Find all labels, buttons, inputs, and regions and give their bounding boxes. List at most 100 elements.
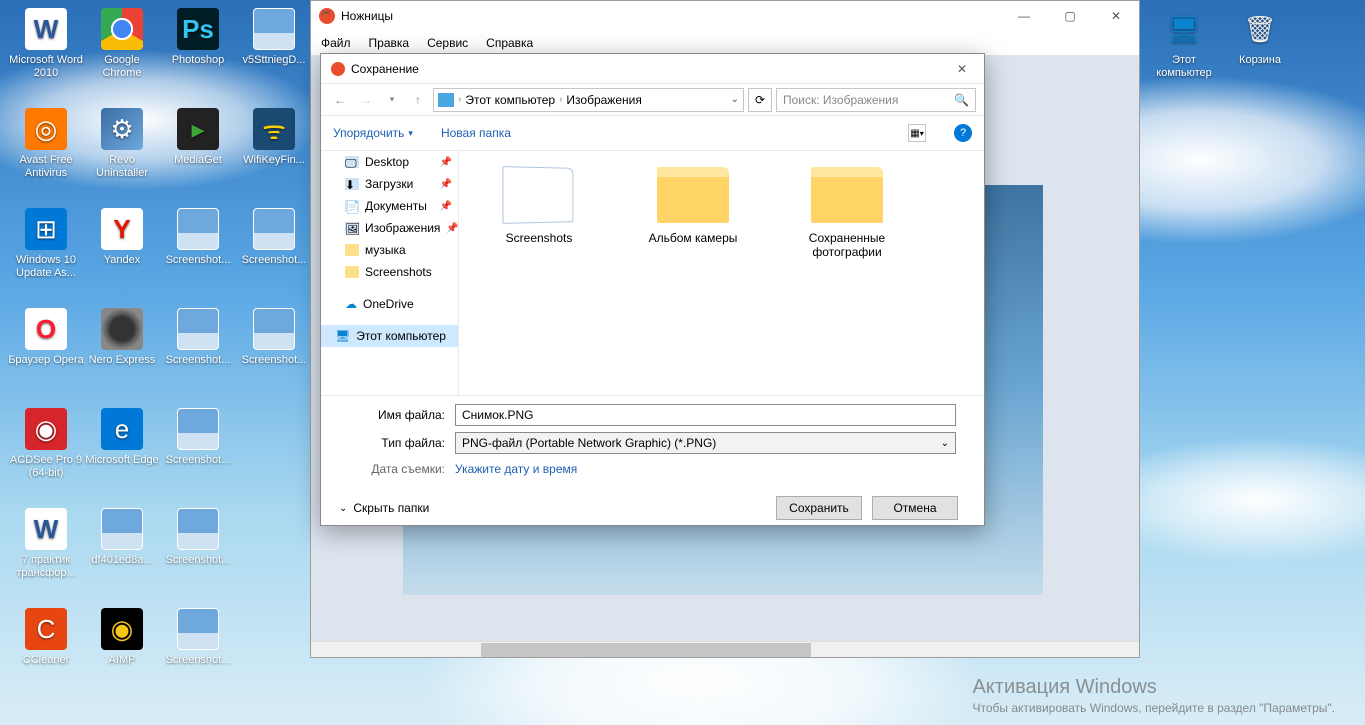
desktop-icon[interactable]: Screenshot...	[160, 208, 236, 267]
menu-tools[interactable]: Сервис	[427, 36, 468, 50]
desktop-icon[interactable]: v5SttniegD...	[236, 8, 312, 67]
desktop-icon[interactable]: eMicrosoft Edge	[84, 408, 160, 467]
breadcrumb-bar[interactable]: › Этот компьютер › Изображения ⌄	[433, 88, 744, 112]
nav-recent-button[interactable]: ▾	[381, 89, 403, 111]
snip-titlebar[interactable]: Ножницы — ▢ ✕	[311, 1, 1139, 31]
snip-h-scrollbar[interactable]	[311, 641, 1139, 657]
date-value-link[interactable]: Укажите дату и время	[455, 462, 577, 476]
pc-icon: 🖥	[335, 329, 350, 343]
nav-forward-button[interactable]: →	[355, 89, 377, 111]
tree-item[interactable]: 🖵Desktop📌	[321, 151, 458, 173]
app-icon	[177, 208, 219, 250]
desktop-icon[interactable]: CCCleaner	[8, 608, 84, 667]
desktop-icon[interactable]: Screenshot...	[160, 508, 236, 567]
icon-label: CCleaner	[8, 654, 84, 667]
folder-icon	[657, 167, 729, 223]
desktop-icon[interactable]: W7 практик трансфор...	[8, 508, 84, 579]
tree-item[interactable]: ⬇Загрузки📌	[321, 173, 458, 195]
desktop-icon[interactable]: ᯤWifiKeyFin...	[236, 108, 312, 167]
save-button[interactable]: Сохранить	[776, 496, 862, 520]
activation-watermark: Активация Windows Чтобы активировать Win…	[972, 676, 1335, 715]
help-button[interactable]: ?	[954, 124, 972, 142]
filetype-select[interactable]: PNG-файл (Portable Network Graphic) (*.P…	[455, 432, 956, 454]
app-icon	[177, 608, 219, 650]
save-toolbar: Упорядочить ▾ Новая папка ▦ ▾ ?	[321, 116, 984, 150]
icon-label: Корзина	[1222, 54, 1298, 67]
tree-label: Изображения	[365, 221, 440, 235]
tree-item[interactable]: 🖼Изображения📌	[321, 217, 458, 239]
desktop-icon[interactable]: Screenshot...	[160, 608, 236, 667]
snip-menubar: Файл Правка Сервис Справка	[311, 31, 1139, 55]
app-icon	[253, 308, 295, 350]
desktop-icon[interactable]: Screenshot...	[160, 408, 236, 467]
organize-menu[interactable]: Упорядочить ▾	[333, 126, 413, 140]
desktop-icon[interactable]: ◉AIMP	[84, 608, 160, 667]
save-dialog: Сохранение ✕ ← → ▾ ↑ › Этот компьютер › …	[320, 53, 985, 526]
nav-back-button[interactable]: ←	[329, 89, 351, 111]
crumb-this-pc[interactable]: Этот компьютер	[465, 93, 555, 107]
desktop-icon[interactable]: ▸MediaGet	[160, 108, 236, 167]
cancel-button[interactable]: Отмена	[872, 496, 958, 520]
desktop-icon[interactable]: df401ed8a...	[84, 508, 160, 567]
app-icon: W	[25, 8, 67, 50]
filename-input[interactable]	[455, 404, 956, 426]
folder-pane[interactable]: Screenshots Альбом камеры Сохраненные фото…	[459, 151, 984, 395]
app-icon	[101, 308, 143, 350]
desktop-icon[interactable]: OБраузер Opera	[8, 308, 84, 367]
minimize-button[interactable]: —	[1001, 1, 1047, 31]
icon-label: Screenshot...	[236, 354, 312, 367]
save-close-button[interactable]: ✕	[940, 54, 984, 84]
folder-item[interactable]: Альбом камеры	[633, 167, 753, 245]
nav-up-button[interactable]: ↑	[407, 89, 429, 111]
desktop-icon[interactable]: Screenshot...	[236, 208, 312, 267]
new-folder-button[interactable]: Новая папка	[441, 126, 511, 140]
desktop-icon[interactable]: Screenshot...	[236, 308, 312, 367]
save-titlebar[interactable]: Сохранение ✕	[321, 54, 984, 84]
icon-label: Nero Express	[84, 354, 160, 367]
tree-label: Загрузки	[365, 177, 413, 191]
close-button[interactable]: ✕	[1093, 1, 1139, 31]
desktop-icon[interactable]: Google Chrome	[84, 8, 160, 79]
folder-icon: 📄	[345, 200, 359, 212]
folder-tree: 🖵Desktop📌⬇Загрузки📌📄Документы📌🖼Изображен…	[321, 151, 459, 395]
chevron-down-icon[interactable]: ⌄	[731, 94, 739, 105]
tree-item-onedrive[interactable]: ☁OneDrive	[321, 293, 458, 315]
folder-icon	[345, 266, 359, 278]
folder-item[interactable]: Screenshots	[479, 167, 599, 245]
filetype-label: Тип файла:	[349, 436, 445, 450]
app-icon	[177, 408, 219, 450]
search-input[interactable]: Поиск: Изображения 🔍	[776, 88, 976, 112]
menu-help[interactable]: Справка	[486, 36, 533, 50]
icon-label: MediaGet	[160, 154, 236, 167]
app-icon	[177, 308, 219, 350]
save-form: Имя файла: Тип файла: PNG-файл (Portable…	[321, 396, 984, 488]
desktop-icon[interactable]: YYandex	[84, 208, 160, 267]
refresh-button[interactable]: ⟳	[748, 88, 772, 112]
desktop-icon[interactable]: Screenshot...	[160, 308, 236, 367]
crumb-images[interactable]: Изображения	[566, 93, 641, 107]
app-icon: W	[25, 508, 67, 550]
icon-label: Screenshot...	[160, 654, 236, 667]
desktop-icon[interactable]: ⚙Revo Uninstaller	[84, 108, 160, 179]
desktop-icon[interactable]: 🖥Этот компьютер	[1146, 8, 1222, 79]
menu-file[interactable]: Файл	[321, 36, 351, 50]
maximize-button[interactable]: ▢	[1047, 1, 1093, 31]
desktop-icon[interactable]: ◎Avast Free Antivirus	[8, 108, 84, 179]
folder-item[interactable]: Сохраненные фотографии	[787, 167, 907, 259]
tree-item[interactable]: музыка	[321, 239, 458, 261]
chevron-right-icon: ›	[458, 94, 461, 105]
tree-item[interactable]: Screenshots	[321, 261, 458, 283]
tree-item[interactable]: 📄Документы📌	[321, 195, 458, 217]
desktop-icon[interactable]: 🗑Корзина	[1222, 8, 1298, 67]
menu-edit[interactable]: Правка	[369, 36, 410, 50]
view-options-button[interactable]: ▦ ▾	[908, 124, 926, 142]
desktop-icon[interactable]: Nero Express	[84, 308, 160, 367]
desktop-icon[interactable]: PsPhotoshop	[160, 8, 236, 67]
pin-icon: 📌	[440, 201, 452, 212]
folder-label: Сохраненные фотографии	[787, 231, 907, 259]
desktop-icon[interactable]: ⊞Windows 10 Update As...	[8, 208, 84, 279]
tree-item-this-pc[interactable]: 🖥Этот компьютер	[321, 325, 458, 347]
desktop-icon[interactable]: WMicrosoft Word 2010	[8, 8, 84, 79]
desktop-icon[interactable]: ◉ACDSee Pro 9 (64-bit)	[8, 408, 84, 479]
hide-folders-toggle[interactable]: ⌄ Скрыть папки	[339, 501, 429, 515]
